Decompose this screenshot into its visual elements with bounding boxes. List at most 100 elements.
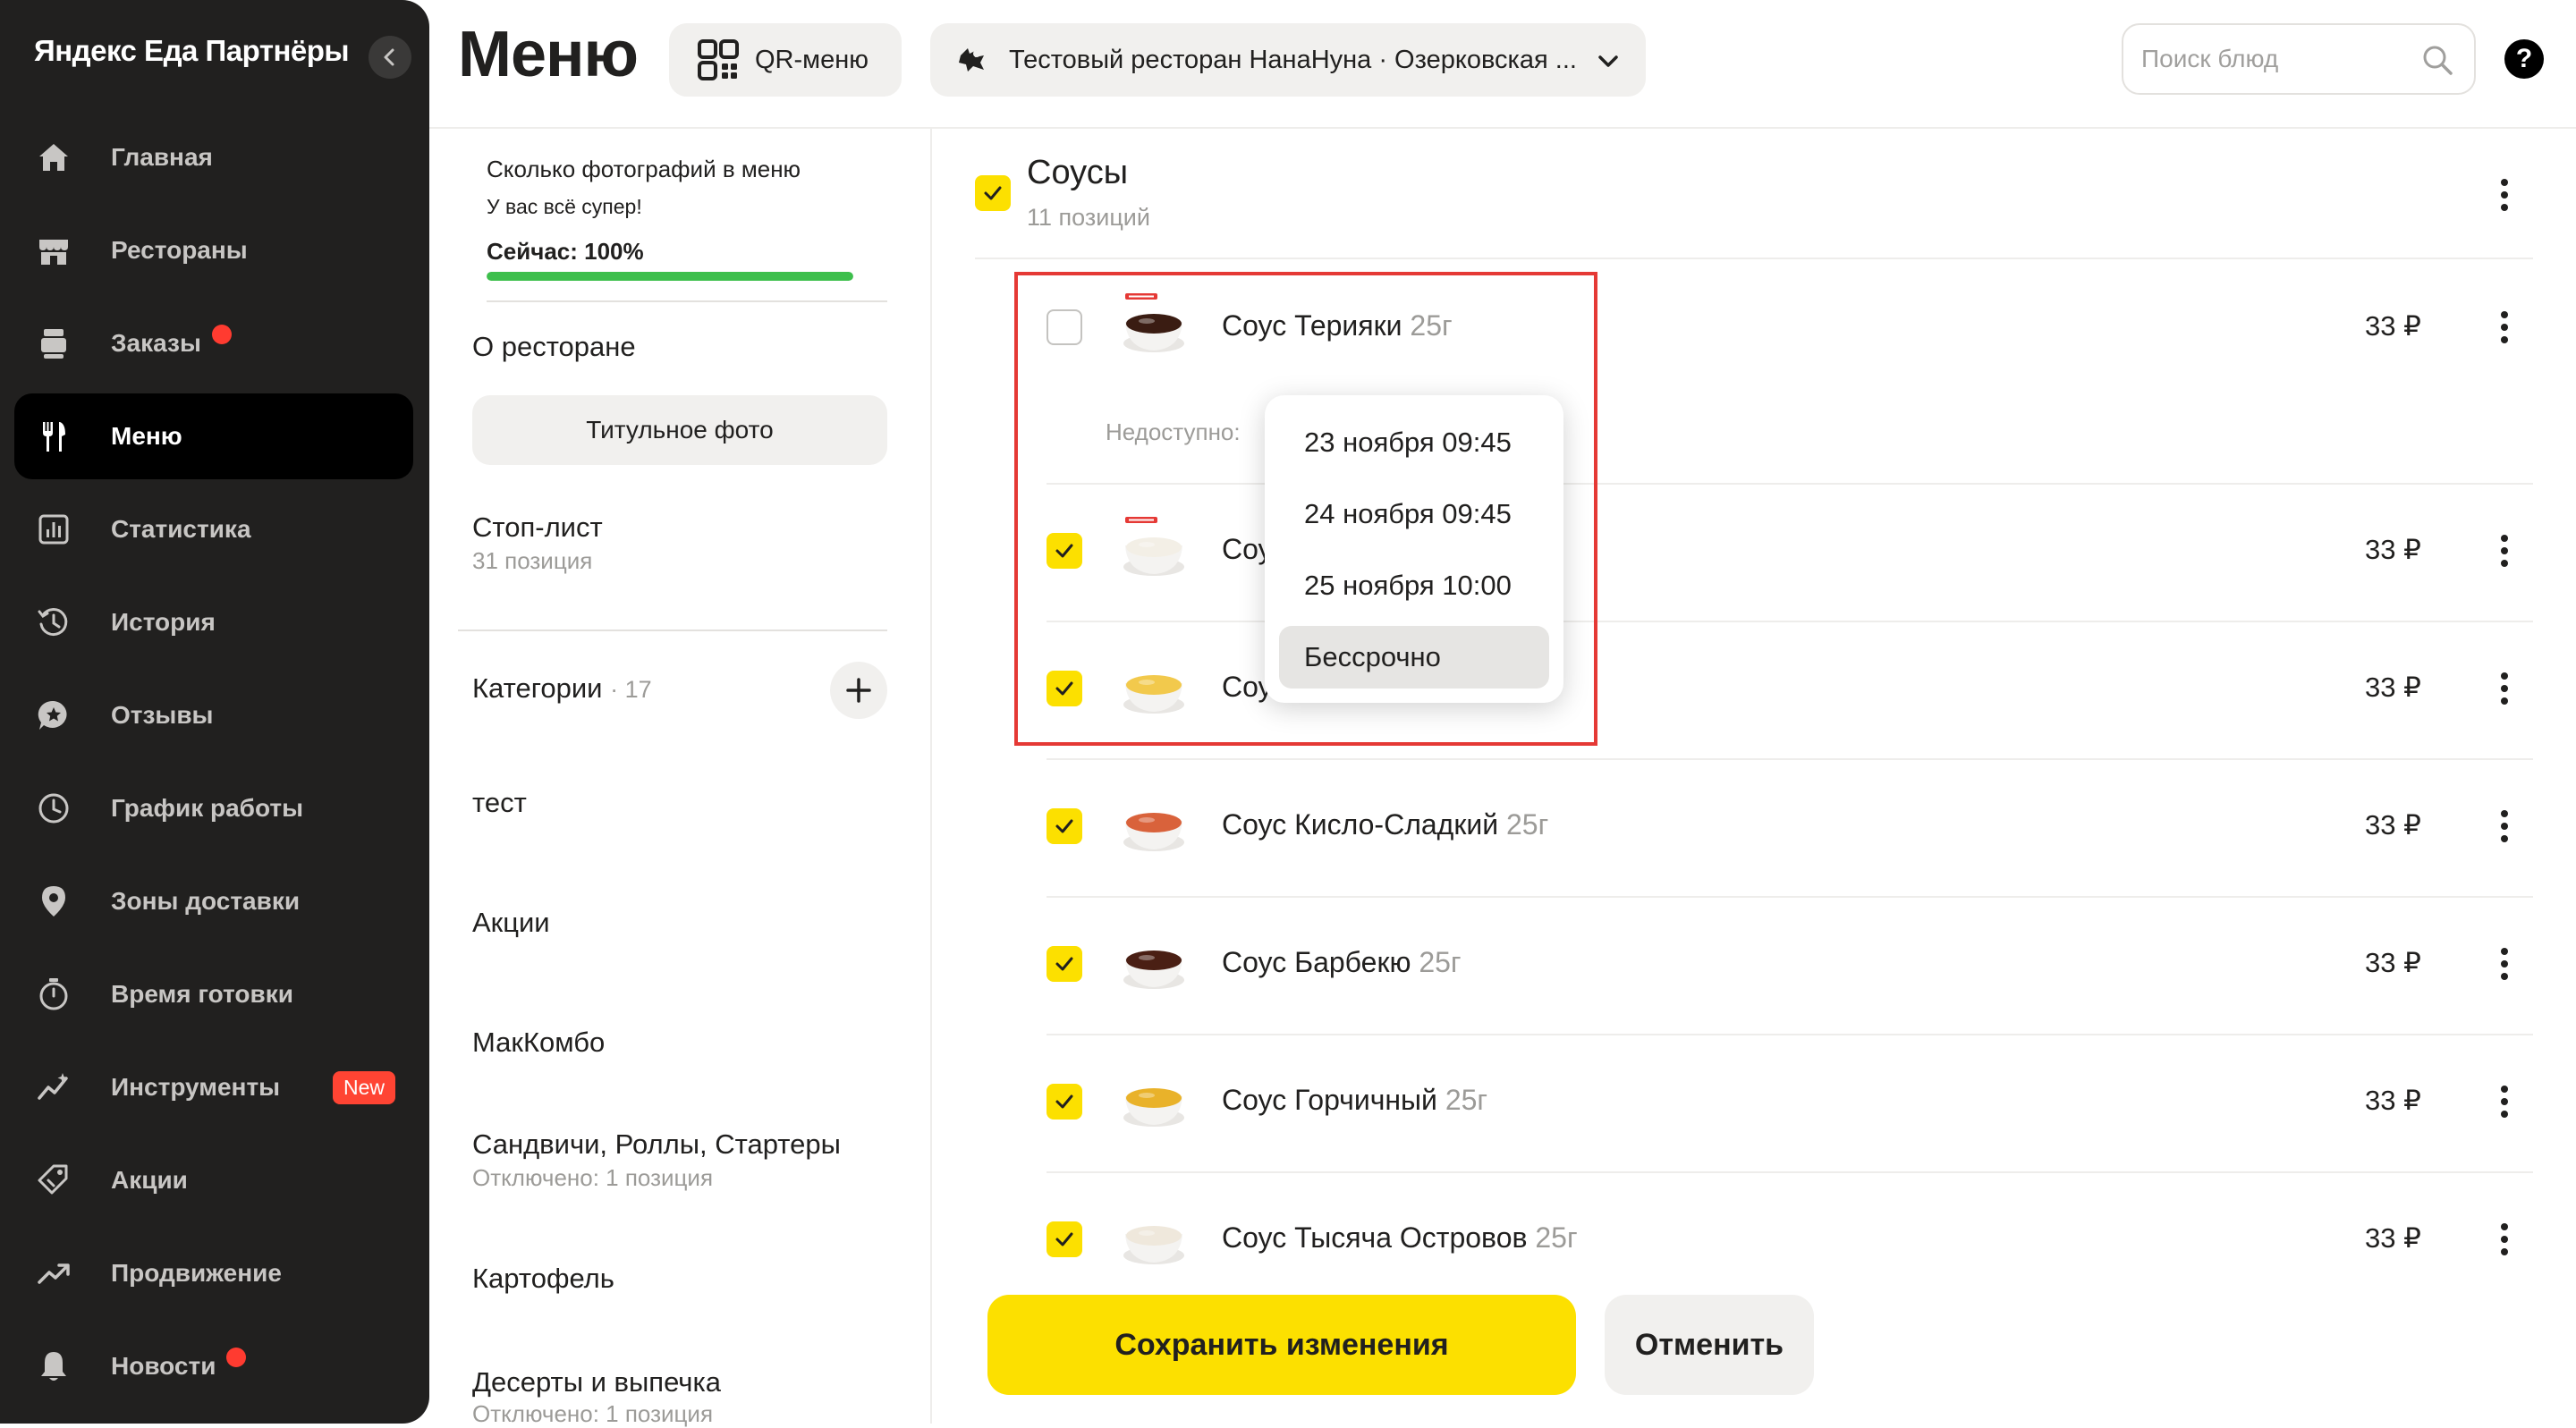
checkmark-icon [1055, 819, 1073, 833]
qr-menu-button[interactable]: QR-меню [669, 23, 902, 97]
divider [458, 630, 887, 631]
category-item[interactable]: Десерты и выпечка [472, 1366, 721, 1398]
categories-title: Категории [472, 672, 603, 704]
cancel-button[interactable]: Отменить [1605, 1295, 1814, 1395]
checkmark-icon [1055, 1094, 1073, 1109]
category-item[interactable]: Акции [472, 907, 550, 939]
category-item[interactable]: тест [472, 787, 527, 819]
reviews-icon [32, 694, 75, 737]
unavailable-until-dropdown: 23 ноября 09:45 24 ноября 09:45 25 ноябр… [1265, 395, 1563, 703]
qr-menu-label: QR-меню [755, 45, 869, 74]
sidebar-item-tools[interactable]: Инструменты New [14, 1044, 413, 1130]
sidebar-item-menu[interactable]: Меню [14, 393, 413, 479]
item-name: Соус Тысяча Островов 25г [1222, 1221, 1578, 1255]
sidebar-item-advertising[interactable]: Продвижение [14, 1230, 413, 1316]
notification-dot [211, 325, 232, 344]
item-price: 33 ₽ [2365, 1222, 2421, 1254]
row-divider [1046, 1034, 2533, 1035]
item-price: 33 ₽ [2365, 1085, 2421, 1116]
item-more-icon[interactable] [2499, 1082, 2510, 1121]
item-title: Соус Горчичный [1222, 1084, 1437, 1116]
sidebar-item-restaurants[interactable]: Рестораны [14, 207, 413, 293]
sidebar-item-label: Меню [111, 422, 182, 450]
category-item[interactable]: Сандвичи, Роллы, Стартеры [472, 1128, 841, 1161]
item-more-icon[interactable] [2499, 308, 2510, 347]
collapse-sidebar-button[interactable] [369, 36, 411, 79]
item-more-icon[interactable] [2499, 669, 2510, 708]
item-checkbox[interactable] [1046, 1084, 1082, 1120]
add-category-button[interactable] [830, 662, 887, 719]
location-pin-icon [32, 880, 75, 923]
sidebar-item-news[interactable]: Новости [14, 1323, 413, 1409]
sidebar-item-reviews[interactable]: Отзывы [14, 672, 413, 758]
categories-count: · 17 [610, 676, 652, 703]
item-photo [1123, 951, 1184, 989]
item-more-icon[interactable] [2499, 807, 2510, 846]
item-weight: 25г [1505, 808, 1549, 841]
dropdown-option[interactable]: 25 ноября 10:00 [1279, 554, 1549, 617]
group-checkbox[interactable] [975, 175, 1011, 211]
sidebar: Яндекс Еда Партнёры Главная Рестораны За… [0, 0, 429, 1424]
sidebar-item-orders[interactable]: Заказы [14, 300, 413, 386]
dropdown-option[interactable]: 23 ноября 09:45 [1279, 411, 1549, 474]
item-title: Соус Тысяча Островов [1222, 1221, 1528, 1254]
sidebar-item-cooking-time[interactable]: Время готовки [14, 951, 413, 1037]
timer-icon [32, 973, 75, 1016]
category-item[interactable]: МакКомбо [472, 1027, 605, 1059]
search-box[interactable] [2122, 23, 2476, 95]
column-divider [930, 127, 932, 1424]
group-count: 11 позиций [1027, 204, 1150, 231]
sidebar-item-promotions[interactable]: Акции [14, 1137, 413, 1223]
dropdown-option-selected[interactable]: Бессрочно [1279, 626, 1549, 689]
stoplist-link[interactable]: Стоп-лист [472, 511, 603, 544]
restaurant-selector[interactable]: Тестовый ресторан НанаНуна · Озерковская… [930, 23, 1646, 97]
home-icon [32, 136, 75, 179]
save-changes-button[interactable]: Сохранить изменения [987, 1295, 1576, 1395]
sidebar-item-label: Продвижение [111, 1259, 282, 1287]
item-checkbox[interactable] [1046, 946, 1082, 982]
item-title: Соус Кисло-Сладкий [1222, 808, 1499, 841]
sidebar-item-label: Заказы [111, 329, 201, 357]
group-more-icon[interactable] [2499, 175, 2510, 215]
category-item[interactable]: Картофель [472, 1263, 614, 1295]
sidebar-item-label: Новости [111, 1352, 216, 1380]
restaurant-name: Тестовый ресторан НанаНуна · Озерковская… [1009, 45, 1577, 74]
sidebar-item-label: Время готовки [111, 980, 293, 1008]
item-name: Соус Горчичный 25г [1222, 1084, 1487, 1117]
sidebar-item-label: История [111, 608, 216, 636]
trend-icon [32, 1252, 75, 1295]
item-weight: 25г [1419, 946, 1462, 978]
sidebar-item-label: Статистика [111, 515, 251, 543]
item-price: 33 ₽ [2365, 534, 2421, 565]
checkmark-icon [984, 186, 1002, 200]
search-icon[interactable] [2420, 43, 2454, 77]
item-checkbox[interactable] [1046, 1221, 1082, 1257]
sidebar-item-statistics[interactable]: Статистика [14, 486, 413, 572]
cover-photo-button[interactable]: Титульное фото [472, 395, 887, 465]
item-photo [1123, 1226, 1184, 1264]
item-more-icon[interactable] [2499, 1220, 2510, 1259]
dropdown-option[interactable]: 24 ноября 09:45 [1279, 483, 1549, 545]
row-divider [1046, 758, 2533, 760]
search-input[interactable] [2140, 44, 2411, 74]
stoplist-count: 31 позиция [472, 547, 593, 574]
restaurant-logo-icon [959, 48, 984, 72]
sidebar-item-schedule[interactable]: График работы [14, 765, 413, 851]
plus-icon [846, 678, 871, 703]
row-divider [1046, 1171, 2533, 1173]
sidebar-item-history[interactable]: История [14, 579, 413, 665]
brand-logo[interactable]: Яндекс Еда Партнёры [34, 34, 350, 68]
sidebar-item-label: Рестораны [111, 236, 248, 264]
item-price: 33 ₽ [2365, 947, 2421, 978]
item-more-icon[interactable] [2499, 531, 2510, 570]
item-more-icon[interactable] [2499, 944, 2510, 984]
sidebar-item-delivery-zones[interactable]: Зоны доставки [14, 858, 413, 944]
bell-icon [32, 1345, 75, 1388]
help-button[interactable]: ? [2504, 39, 2544, 79]
item-photo [1123, 813, 1184, 851]
category-disabled-note: Отключено: 1 позиция [472, 1400, 714, 1427]
item-price: 33 ₽ [2365, 672, 2421, 703]
sidebar-item-home[interactable]: Главная [14, 114, 413, 200]
clock-icon [32, 787, 75, 830]
item-checkbox[interactable] [1046, 808, 1082, 844]
